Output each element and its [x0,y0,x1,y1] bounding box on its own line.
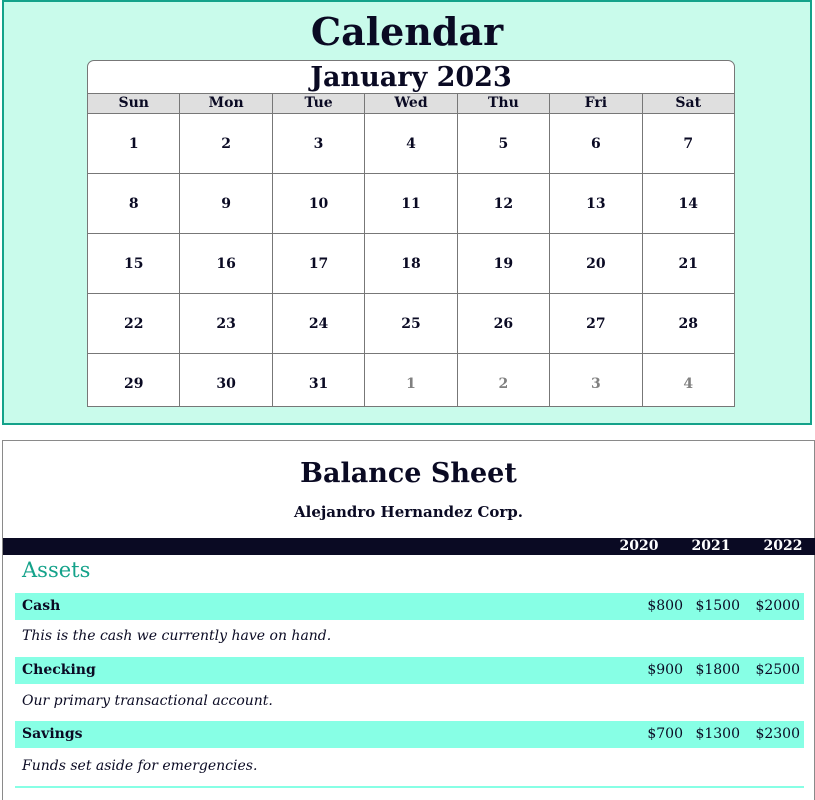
calendar-day-cell[interactable]: 16 [180,234,273,293]
calendar-day-cell[interactable]: 6 [550,114,643,173]
row-label: Cash [22,598,61,614]
calendar-day-cell[interactable]: 9 [180,174,273,233]
calendar-day-cell[interactable]: 17 [273,234,366,293]
row-description: Funds set aside for emergencies. [22,758,258,774]
calendar-day-cell-next-month[interactable]: 4 [643,354,734,406]
weekday-header: Sun [88,94,181,113]
row-value: $900 [647,662,683,678]
calendar-day-cell[interactable]: 31 [273,354,366,406]
divider [15,786,804,788]
row-value: $700 [647,726,683,742]
row-label: Savings [22,726,83,742]
calendar-day-cell[interactable]: 29 [88,354,181,406]
row-value: $2500 [755,662,800,678]
calendar-day-cell[interactable]: 10 [273,174,366,233]
weekday-header: Sat [675,95,702,111]
calendar-day-cell[interactable]: 12 [458,174,551,233]
calendar-week-row: 15 16 17 18 19 20 21 [88,233,734,293]
calendar-day-cell[interactable]: 15 [88,234,181,293]
balance-sheet-panel: Balance Sheet Alejandro Hernandez Corp. … [2,440,815,800]
calendar-day-cell[interactable]: 5 [458,114,551,173]
calendar-day-cell[interactable]: 8 [88,174,181,233]
row-label: Checking [22,662,96,678]
calendar-day-cell[interactable]: 30 [180,354,273,406]
years-header-bar: 2020 2021 2022 [3,538,815,555]
row-description: Our primary transactional account. [22,693,273,709]
weekday-header: Fri [550,94,643,113]
calendar-grid: 1 2 3 4 5 6 7 8 9 10 11 12 13 14 15 16 17 18 19 20 21 22 23 24 2… [88,113,734,406]
calendar-day-cell[interactable]: 25 [365,294,458,353]
calendar-day-cell[interactable]: 2 [180,114,273,173]
calendar-month-caption: January 2023 [310,62,512,93]
table-row: Checking $900 $1800 $2500 [15,657,804,684]
calendar-day-cell[interactable]: 26 [458,294,551,353]
calendar-title: Calendar [310,9,504,54]
calendar-day-cell[interactable]: 23 [180,294,273,353]
calendar-day-cell[interactable]: 28 [643,294,734,353]
calendar-day-cell[interactable]: 18 [365,234,458,293]
calendar-day-cell-next-month[interactable]: 2 [458,354,551,406]
row-value: $2300 [755,726,800,742]
calendar-day-cell[interactable]: 19 [458,234,551,293]
year-header: 2020 [619,538,659,554]
calendar-week-row: 1234567 [88,113,734,173]
calendar-day-cell[interactable]: 11 [365,174,458,233]
calendar-day-cell[interactable]: 14 [643,174,734,233]
year-header: 2022 [763,538,803,554]
calendar-day-cell[interactable]: 27 [550,294,643,353]
row-value: $1300 [695,726,740,742]
calendar-day-cell[interactable]: 22 [88,294,181,353]
weekday-header-row: Sun Mon Tue Wed Thu Fri Sat [88,93,734,113]
weekday-header: Wed [365,94,458,113]
year-header: 2021 [691,538,731,554]
balance-sheet-title: Balance Sheet [300,458,517,489]
row-value: $800 [647,598,683,614]
calendar-day-cell-next-month[interactable]: 1 [365,354,458,406]
calendar-day-cell[interactable]: 24 [273,294,366,353]
weekday-header: Mon [180,94,273,113]
calendar-day-cell[interactable]: 1 [88,114,181,173]
calendar-day-cell-next-month[interactable]: 3 [550,354,643,406]
calendar-day-cell[interactable]: 3 [273,114,366,173]
calendar-day-cell[interactable]: 13 [550,174,643,233]
table-row: Cash $800 $1500 $2000 [15,593,804,620]
calendar-week-row: 22 23 24 25 26 27 28 [88,293,734,353]
calendar-panel: Calendar January 2023 Sun Mon Tue Wed Thu Fri… [2,0,812,425]
calendar: January 2023 Sun Mon Tue Wed Thu Fri Sat 12345… [87,60,735,407]
row-value: $1800 [695,662,740,678]
weekday-header: Tue [273,94,366,113]
calendar-day-cell[interactable]: 21 [643,234,734,293]
calendar-day-cell[interactable]: 20 [550,234,643,293]
calendar-week-row: 29 30 31 1 2 3 4 [88,353,734,406]
calendar-day-cell[interactable]: 7 [643,114,734,173]
section-heading-assets: Assets [22,558,91,582]
company-name: Alejandro Hernandez Corp. [293,503,524,521]
calendar-week-row: 8 9 10 11 12 13 14 [88,173,734,233]
table-row: Savings $700 $1300 $2300 [15,721,804,748]
calendar-day-cell[interactable]: 4 [365,114,458,173]
row-value: $1500 [695,598,740,614]
row-description: This is the cash we currently have on ha… [22,628,332,644]
row-value: $2000 [755,598,800,614]
weekday-header: Thu [458,94,551,113]
